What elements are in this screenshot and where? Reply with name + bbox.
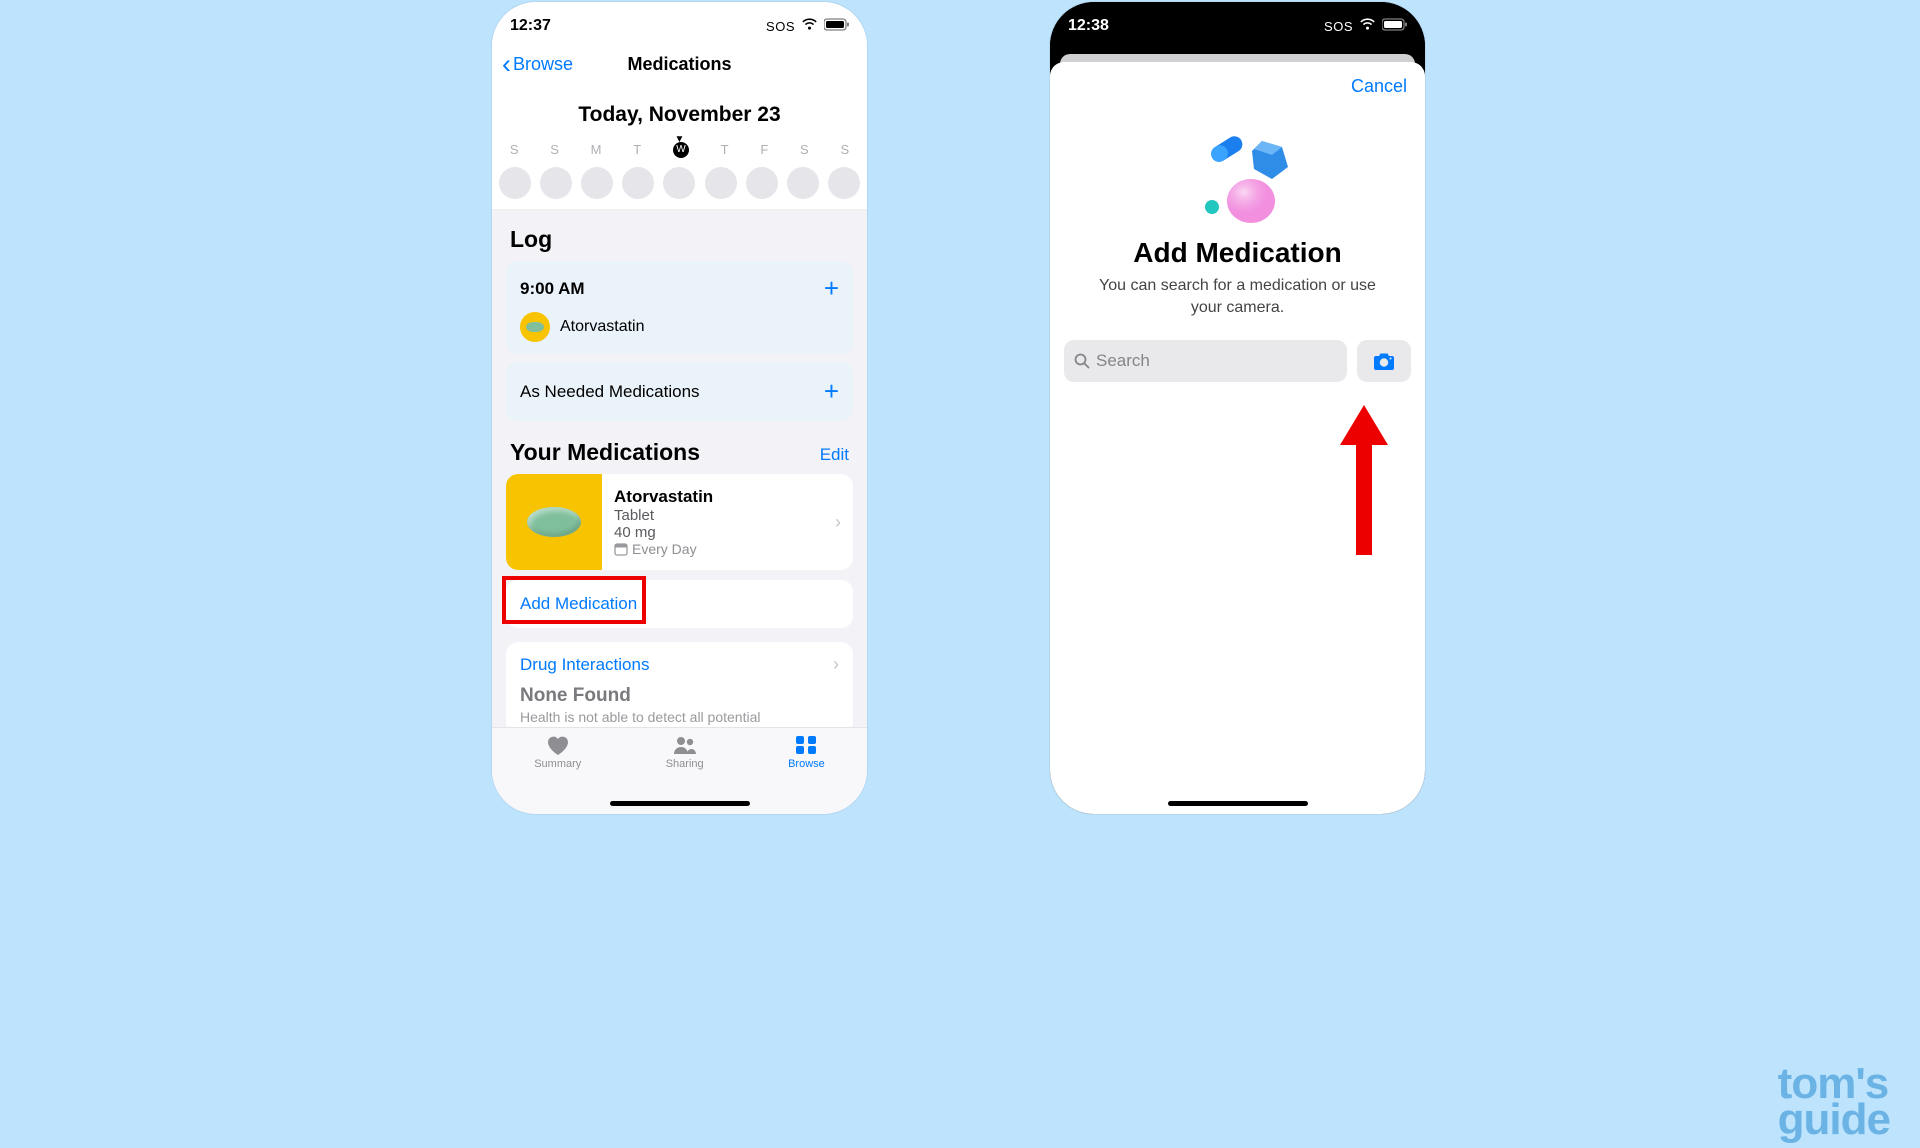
log-med-name: Atorvastatin — [560, 318, 644, 336]
wifi-icon — [801, 18, 818, 34]
chevron-right-icon: › — [833, 654, 839, 675]
grid-icon — [793, 734, 819, 756]
battery-icon — [824, 18, 849, 34]
add-medication-sheet: Cancel Add Medication You can search for… — [1050, 62, 1425, 814]
med-strength: 40 mg — [614, 524, 823, 541]
cancel-button[interactable]: Cancel — [1351, 76, 1407, 97]
status-bar: 12:38 SOS — [1050, 2, 1425, 46]
drug-interactions-card[interactable]: Drug Interactions › None Found Health is… — [506, 642, 853, 735]
week-day[interactable]: WW — [673, 142, 689, 163]
wifi-icon — [1359, 18, 1376, 34]
interactions-none: None Found — [520, 685, 839, 707]
day-circle[interactable] — [663, 167, 695, 199]
tab-summary[interactable]: Summary — [534, 734, 581, 814]
tab-bar: Summary Sharing Browse — [492, 727, 867, 814]
home-indicator — [1168, 801, 1308, 806]
log-card[interactable]: 9:00 AM + Atorvastatin — [506, 261, 853, 354]
search-icon — [1074, 353, 1090, 369]
medication-hero-icon — [1050, 103, 1425, 231]
day-circle[interactable] — [581, 167, 613, 199]
med-name: Atorvastatin — [614, 487, 823, 507]
pill-icon — [520, 312, 550, 342]
sos-indicator: SOS — [1324, 19, 1353, 34]
status-right-cluster: SOS — [766, 18, 849, 34]
watermark-line2: guide — [1778, 1102, 1890, 1138]
tab-browse[interactable]: Browse — [788, 734, 825, 814]
people-icon — [672, 734, 698, 756]
back-label: Browse — [513, 54, 573, 75]
week-day[interactable]: S — [550, 142, 559, 163]
pill-large-icon — [506, 474, 602, 570]
add-medication-button[interactable]: Add Medication — [506, 580, 853, 628]
heart-icon — [545, 734, 571, 756]
chevron-left-icon: ‹ — [502, 56, 511, 72]
status-time: 12:38 — [1068, 17, 1109, 35]
add-as-needed-icon[interactable]: + — [824, 376, 839, 407]
nav-bar: ‹ Browse Medications — [492, 46, 867, 85]
week-day[interactable]: S — [800, 142, 809, 163]
edit-button[interactable]: Edit — [820, 445, 849, 465]
day-circle[interactable] — [499, 167, 531, 199]
interactions-detail: Health is not able to detect all potenti… — [520, 709, 839, 725]
week-day[interactable]: S — [840, 142, 849, 163]
page-title: Medications — [627, 54, 731, 75]
week-day[interactable]: S — [510, 142, 519, 163]
add-log-icon[interactable]: + — [824, 273, 839, 304]
week-day[interactable]: T — [633, 142, 641, 163]
camera-button[interactable] — [1357, 340, 1411, 382]
your-medications-title: Your Medications — [510, 439, 700, 466]
calendar-icon — [614, 542, 628, 556]
tab-label: Sharing — [666, 758, 704, 770]
day-circle[interactable] — [787, 167, 819, 199]
search-placeholder: Search — [1096, 351, 1150, 371]
log-time: 9:00 AM — [520, 279, 585, 299]
add-medication-label: Add Medication — [520, 594, 637, 613]
day-circle[interactable] — [540, 167, 572, 199]
day-circle[interactable] — [746, 167, 778, 199]
week-day[interactable]: M — [591, 142, 602, 163]
back-button[interactable]: ‹ Browse — [502, 54, 602, 75]
med-frequency: Every Day — [614, 541, 823, 557]
camera-icon — [1372, 351, 1396, 371]
screenshot-stage: 12:37 SOS ‹ Browse Medications Today, No… — [250, 0, 1670, 840]
tab-label: Summary — [534, 758, 581, 770]
log-medication-row[interactable]: Atorvastatin — [520, 312, 839, 342]
home-indicator — [610, 801, 750, 806]
status-bar: 12:37 SOS — [492, 2, 867, 46]
watermark-logo: tom's guide — [1778, 1066, 1890, 1138]
phone-add-medication: 12:38 SOS Cancel Add Medicatio — [1050, 2, 1425, 814]
status-time: 12:37 — [510, 17, 551, 35]
log-section-title: Log — [492, 210, 867, 261]
interactions-title: Drug Interactions — [520, 655, 649, 675]
status-right-cluster: SOS — [1324, 18, 1407, 34]
date-header: Today, November 23 — [492, 85, 867, 133]
day-circle[interactable] — [828, 167, 860, 199]
as-needed-label: As Needed Medications — [520, 382, 700, 402]
battery-icon — [1382, 18, 1407, 34]
day-circle[interactable] — [622, 167, 654, 199]
week-calendar-strip[interactable]: ▼ SSMTWWTFSS — [492, 133, 867, 210]
sheet-description: You can search for a medication or use y… — [1050, 275, 1425, 340]
med-form: Tablet — [614, 507, 823, 524]
day-circle[interactable] — [705, 167, 737, 199]
week-day[interactable]: F — [760, 142, 768, 163]
tab-label: Browse — [788, 758, 825, 770]
chevron-right-icon: › — [835, 512, 841, 533]
medications-scroll-area[interactable]: Log 9:00 AM + Atorvastatin As Needed Med… — [492, 210, 867, 812]
sheet-title: Add Medication — [1050, 231, 1425, 275]
search-input[interactable]: Search — [1064, 340, 1347, 382]
week-day[interactable]: T — [721, 142, 729, 163]
phone-medications: 12:37 SOS ‹ Browse Medications Today, No… — [492, 2, 867, 814]
medication-card-atorvastatin[interactable]: Atorvastatin Tablet 40 mg Every Day › — [506, 474, 853, 570]
as-needed-row[interactable]: As Needed Medications + — [506, 362, 853, 421]
sos-indicator: SOS — [766, 19, 795, 34]
